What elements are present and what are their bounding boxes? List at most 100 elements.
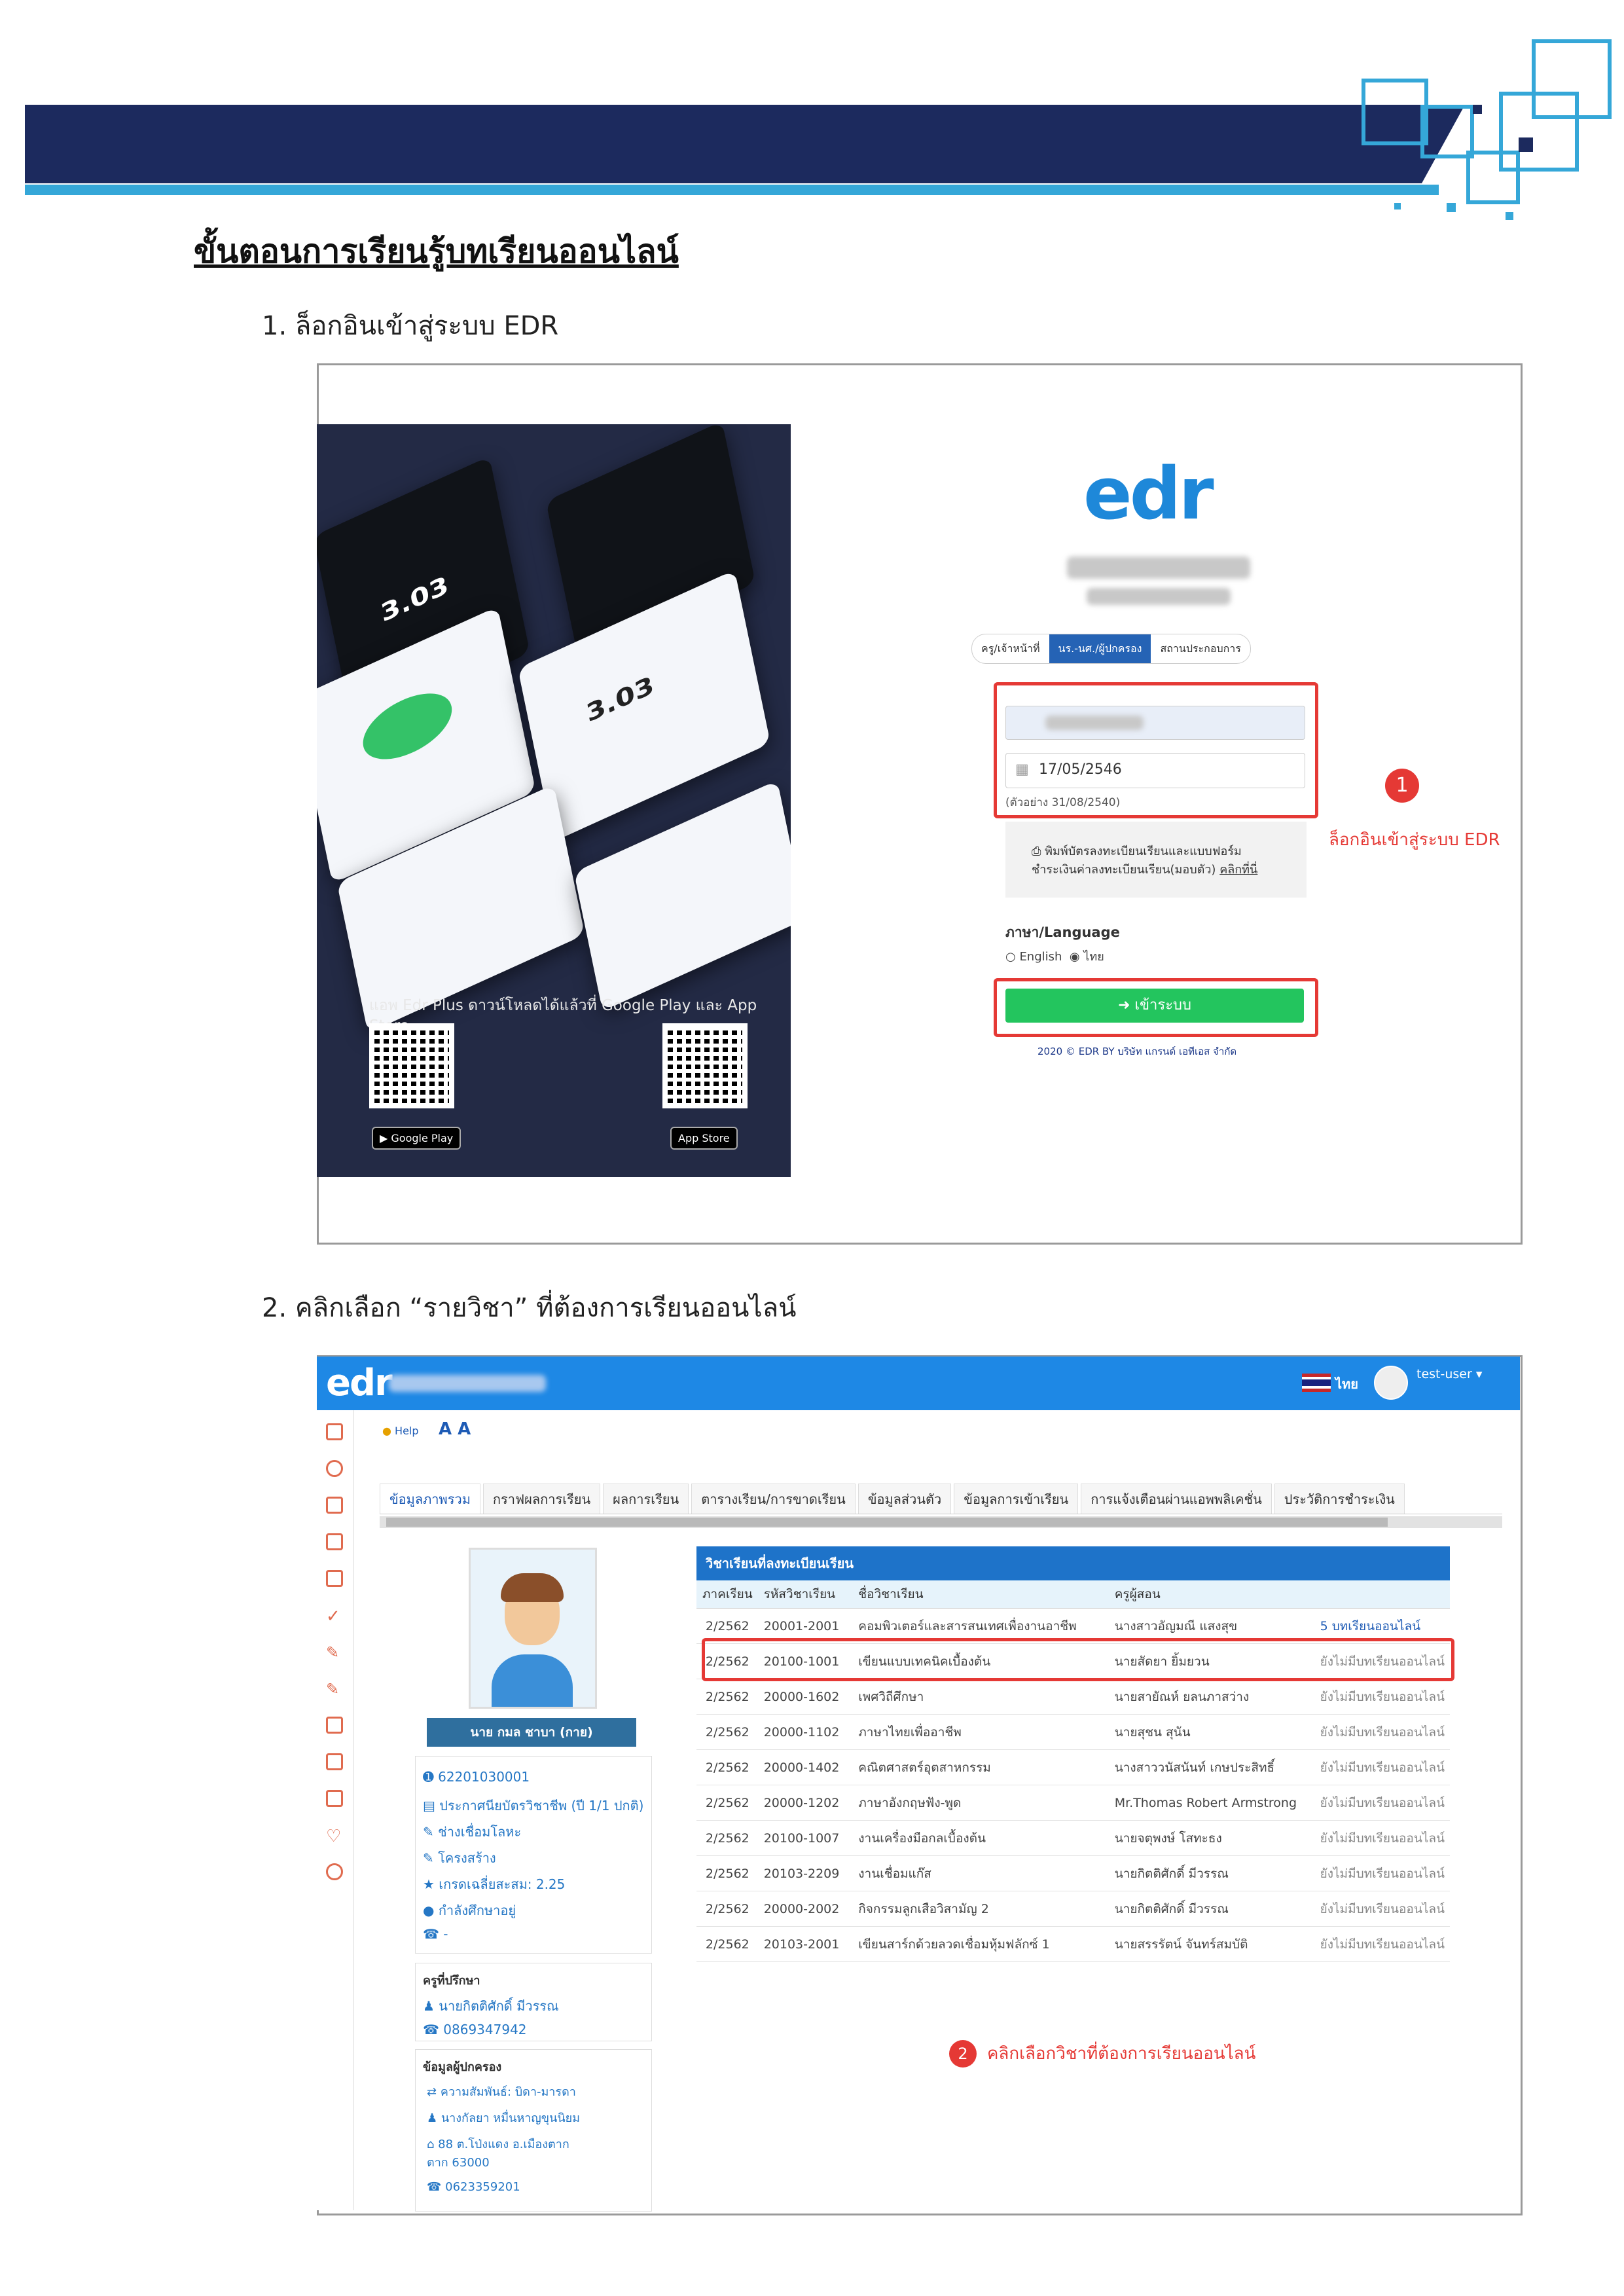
font-size-toggle[interactable]: A A [439, 1419, 471, 1439]
guardian-name: ♟ นางกัลยา หมื่นหาญขุนนิยม [427, 2111, 581, 2125]
table-row[interactable]: 2/2562 20000-1202 ภาษาอังกฤษฟัง-พูด Mr.Thom… [696, 1785, 1450, 1821]
user-icon[interactable] [326, 1460, 343, 1477]
online-lesson-cell: ยังไม่มีบทเรียนออนไลน์ [1314, 1891, 1450, 1927]
teacher-cell: Mr.Thomas Robert Armstrong [1109, 1785, 1315, 1821]
language-selector[interactable]: ไทย [1335, 1374, 1358, 1394]
radio-thai-label: ไทย [1083, 950, 1104, 964]
user-avatar-icon[interactable] [1374, 1366, 1408, 1400]
qr-code-google-play [369, 1023, 454, 1108]
username: test-user [1416, 1367, 1472, 1381]
tab-grade-chart[interactable]: กราฟผลการเรียน [482, 1484, 601, 1514]
power-icon[interactable] [326, 1863, 343, 1880]
pencil-icon[interactable]: ✎ [326, 1643, 343, 1662]
tabs-scrollbar[interactable] [380, 1516, 1502, 1528]
tab-timetable[interactable]: ตารางเรียน/การขาดเรียน [691, 1484, 856, 1514]
tag-icon[interactable]: ✎ [326, 1680, 343, 1698]
user-menu[interactable]: test-user ▾ [1416, 1367, 1482, 1381]
semester-cell: 2/2562 [696, 1749, 759, 1785]
online-lesson-cell: ยังไม่มีบทเรียนออนไลน์ [1314, 1749, 1450, 1785]
annotation-1-text: ล็อกอินเข้าสู่ระบบ EDR [1329, 830, 1500, 850]
app-sidebar: ✓ ✎ ✎ ♡ [317, 1410, 354, 2210]
table-row[interactable]: 2/2562 20000-1402 คณิตศาสตร์อุตสาหกรรม นางส… [696, 1749, 1450, 1785]
login-fields-highlight [994, 682, 1318, 818]
table-row[interactable]: 2/2562 20000-1102 ภาษาไทยเพื่ออาชีพ นายสุชน… [696, 1714, 1450, 1750]
tab-grades[interactable]: ผลการเรียน [603, 1484, 689, 1514]
table-row[interactable]: 2/2562 20100-1007 งานเครื่องมือกลเบื้องต้น… [696, 1820, 1450, 1856]
flag-icon[interactable] [326, 1717, 343, 1734]
app-store-label: App Store [678, 1132, 730, 1144]
course-name-cell: เพศวิถีศึกษา [853, 1679, 1110, 1715]
table-row[interactable]: 2/2562 20000-2002 กิจกรรมลูกเสือวิสามัญ 2น… [696, 1891, 1450, 1927]
course-name-cell: กิจกรรมลูกเสือวิสามัญ 2 [853, 1891, 1110, 1927]
col-teacher: ครูผู้สอน [1109, 1580, 1315, 1609]
annotation-1-marker: 1 [1385, 769, 1419, 803]
advisor-phone: ☎ 0869347942 [423, 2022, 527, 2037]
home-icon[interactable] [326, 1423, 343, 1440]
tab-attendance[interactable]: ข้อมูลการเข้าเรียน [954, 1484, 1079, 1514]
help-icon: ● [382, 1425, 395, 1437]
tab-company[interactable]: สถานประกอบการ [1151, 634, 1250, 663]
app-store-badge[interactable]: App Store [670, 1127, 738, 1150]
card-icon[interactable] [326, 1753, 343, 1770]
login-type-tabs: ครู/เจ้าหน้าที่ นร.-นศ./ผู้ปกครอง สถานปร… [971, 634, 1251, 664]
course-code-cell: 20000-1202 [758, 1785, 854, 1821]
col-course-code: รหัสวิชาเรียน [758, 1580, 854, 1609]
thai-flag-icon[interactable] [1302, 1374, 1331, 1392]
guardian-address-1: ⌂ 88 ต.โป่งแดง อ.เมืองตาก [427, 2138, 569, 2151]
header-accent-line [25, 185, 1439, 195]
guardian-label: ข้อมูลผู้ปกครอง [423, 2060, 502, 2074]
teacher-cell: นายกิตติศักดิ์ มีวรรณ [1109, 1855, 1315, 1891]
checklist-icon[interactable] [326, 1790, 343, 1807]
heart-icon[interactable]: ♡ [326, 1827, 343, 1846]
radio-thai[interactable]: ◉ [1070, 950, 1083, 964]
step-2-text: 2. คลิกเลือก “รายวิชา” ที่ต้องการเรียนออ… [262, 1293, 797, 1323]
tab-personal-info[interactable]: ข้อมูลส่วนตัว [857, 1484, 952, 1514]
login-footer: 2020 © EDR BY บริษัท แกรนด์ เอทีเอส จำกั… [1038, 1046, 1237, 1057]
tab-overview[interactable]: ข้อมูลภาพรวม [380, 1484, 480, 1514]
online-lesson-cell: ยังไม่มีบทเรียนออนไลน์ [1314, 1785, 1450, 1821]
tab-student-parent[interactable]: นร.-นศ./ผู้ปกครอง [1049, 634, 1151, 663]
semester-cell: 2/2562 [696, 1714, 759, 1750]
qr-code-app-store [662, 1023, 748, 1108]
student-track: ✎ โครงสร้าง [423, 1850, 496, 1866]
online-lesson-cell: ยังไม่มีบทเรียนออนไลน์ [1314, 1926, 1450, 1962]
semester-cell: 2/2562 [696, 1679, 759, 1715]
print-click-here-link[interactable]: คลิกที่นี่ [1219, 863, 1257, 877]
student-status: ● กำลังศึกษาอยู่ [423, 1903, 516, 1918]
teacher-cell: นายสายัณห์ ยลนภาสว่าง [1109, 1679, 1315, 1715]
course-code-cell: 20100-1007 [758, 1820, 854, 1856]
semester-cell: 2/2562 [696, 1926, 759, 1962]
teacher-cell: นายกิตติศักดิ์ มีวรรณ [1109, 1891, 1315, 1927]
semester-cell: 2/2562 [696, 1855, 759, 1891]
tab-teacher[interactable]: ครู/เจ้าหน้าที่ [972, 634, 1049, 663]
course-name-cell: เขียนสาร์กด้วยลวดเชื่อมหุ้มฟลักซ์ 1 [853, 1926, 1110, 1962]
check-icon[interactable]: ✓ [326, 1607, 343, 1626]
step-1-text: 1. ล็อกอินเข้าสู่ระบบ EDR [262, 311, 559, 341]
col-semester: ภาคเรียน [696, 1580, 759, 1609]
student-phone: ☎ - [423, 1926, 448, 1942]
book-icon[interactable] [326, 1497, 343, 1514]
table-row[interactable]: 2/2562 20103-2001 เขียนสาร์กด้วยลวดเชื่อมห… [696, 1926, 1450, 1962]
col-online-lessons [1314, 1580, 1450, 1609]
header-decoration [1335, 39, 1612, 229]
tab-notifications[interactable]: การแจ้งเตือนผ่านแอพพลิเคชั่น [1081, 1484, 1272, 1514]
bar-chart-icon[interactable] [326, 1533, 343, 1550]
header-banner [25, 105, 1465, 183]
print-registration-box: ⎙ พิมพ์บัตรลงทะเบียนเรียนและแบบฟอร์ม ชำร… [1005, 822, 1307, 898]
guardian-relation: ⇄ ความสัมพันธ์: บิดา-มารดา [427, 2085, 576, 2099]
help-link[interactable]: ● Help [382, 1425, 419, 1437]
college-name-blurred [1067, 556, 1250, 579]
google-play-badge[interactable]: ▶ Google Play [372, 1127, 461, 1150]
list-icon[interactable] [326, 1570, 343, 1587]
language-options: ○ English ◉ ไทย [1005, 947, 1104, 966]
teacher-cell: นายจตุพงษ์ โสทะธง [1109, 1820, 1315, 1856]
radio-english-label: English [1019, 950, 1062, 964]
guardian-address-2: ตาก 63000 [427, 2156, 490, 2170]
student-name-banner: นาย กมล ชาบา (กาย) [427, 1718, 636, 1747]
table-row[interactable]: 2/2562 20103-2209 งานเชื่อมแก๊ส นายกิตติศัก… [696, 1855, 1450, 1891]
tab-payment-history[interactable]: ประวัติการชำระเงิน [1274, 1484, 1405, 1514]
student-tabs: ข้อมูลภาพรวม กราฟผลการเรียน ผลการเรียน ต… [380, 1484, 1502, 1514]
radio-english[interactable]: ○ [1005, 950, 1019, 964]
table-row[interactable]: 2/2562 20000-1602 เพศวิถีศึกษา นายสายัณห์ ย… [696, 1679, 1450, 1715]
course-code-cell: 20000-2002 [758, 1891, 854, 1927]
